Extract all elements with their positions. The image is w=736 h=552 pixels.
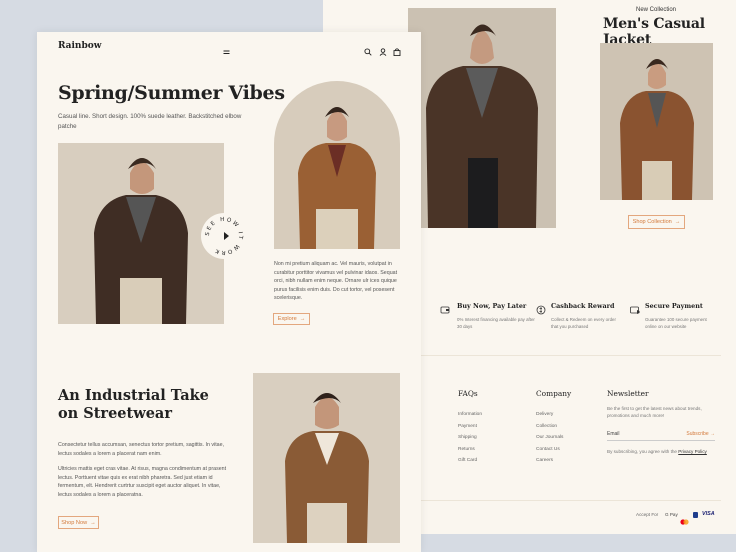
divider bbox=[421, 355, 721, 356]
collection-photo bbox=[600, 43, 713, 200]
new-collection-label: New Collection bbox=[636, 7, 677, 13]
newsletter-form: Email Subscribe → bbox=[607, 428, 715, 441]
newsletter-desc: Be the first to get the latest news abou… bbox=[607, 406, 702, 418]
visa-icon: VISA bbox=[702, 511, 715, 517]
see-how-it-works-badge[interactable]: SEE HOW IT WORK bbox=[200, 212, 248, 260]
arrow-right-icon: → bbox=[90, 519, 96, 526]
footer-link[interactable]: Contact Us bbox=[536, 444, 563, 456]
privacy-note: By subscribing, you agree with the Priva… bbox=[607, 449, 707, 454]
feature-desc: Collect & Redeem on every order that you… bbox=[551, 317, 616, 329]
paypal-icon bbox=[693, 512, 698, 518]
secure-card-icon bbox=[630, 302, 640, 320]
footer-link[interactable]: Information bbox=[458, 409, 482, 421]
logo[interactable]: Rainbow bbox=[58, 41, 102, 51]
faqs-heading: FAQs bbox=[458, 389, 478, 398]
wallet-icon bbox=[440, 302, 450, 320]
accept-for-label: Accept For bbox=[636, 512, 659, 517]
mastercard-icon bbox=[680, 512, 689, 525]
user-icon[interactable] bbox=[379, 43, 387, 61]
section2-photo bbox=[253, 373, 400, 543]
feature-secure-payment: Secure Payment Guarantee 100 secure paym… bbox=[630, 302, 713, 330]
privacy-policy-link[interactable]: Privacy Policy bbox=[678, 449, 707, 454]
shop-now-label: Shop Now bbox=[61, 519, 88, 526]
front-page: Rainbow Spring/Summer Vibes Casual line.… bbox=[37, 32, 421, 552]
feature-title: Secure Payment bbox=[645, 302, 703, 310]
footer-link[interactable]: Payment bbox=[458, 421, 482, 433]
company-heading: Company bbox=[536, 389, 572, 398]
feature-title: Cashback Reward bbox=[551, 302, 615, 310]
footer-link[interactable]: Delivery bbox=[536, 409, 563, 421]
section2-paragraph-2: Ultricies mattis eget cras vitae. At ris… bbox=[58, 466, 227, 498]
privacy-prefix: By subscribing, you agree with the bbox=[607, 449, 677, 454]
shop-collection-button[interactable]: Shop Collection → bbox=[628, 215, 685, 229]
hero-photo-dark-jacket bbox=[408, 8, 556, 228]
subscribe-button[interactable]: Subscribe → bbox=[686, 431, 715, 437]
company-links: Delivery Collection Our Journals Contact… bbox=[536, 409, 563, 467]
footer-link[interactable]: Gift Card bbox=[458, 455, 482, 467]
gpay-icon: G Pay bbox=[665, 512, 678, 517]
feature-title: Buy Now, Pay Later bbox=[457, 302, 527, 310]
shop-collection-label: Shop Collection bbox=[632, 219, 672, 225]
arrow-right-icon: → bbox=[710, 431, 715, 437]
arrow-right-icon: → bbox=[674, 219, 681, 225]
menu-icon[interactable] bbox=[223, 43, 230, 61]
search-icon[interactable] bbox=[364, 43, 372, 61]
footer-link[interactable]: Returns bbox=[458, 444, 482, 456]
subscribe-label: Subscribe bbox=[686, 431, 709, 437]
feature-buy-now: Buy Now, Pay Later 0% Interest financing… bbox=[440, 302, 537, 330]
feature-desc: 0% Interest financing available pay afte… bbox=[457, 317, 535, 329]
newsletter-heading: Newsletter bbox=[607, 389, 649, 398]
section2-paragraph-1: Consectetur tellus accumsan, senectus to… bbox=[58, 442, 225, 457]
email-input[interactable]: Email bbox=[607, 431, 620, 437]
footer-link[interactable]: Our Journals bbox=[536, 432, 563, 444]
footer-link[interactable]: Collection bbox=[536, 421, 563, 433]
hero-title: Spring/Summer Vibes bbox=[58, 82, 285, 104]
hero-subtitle: Casual line. Short design. 100% suede le… bbox=[58, 113, 242, 130]
footer-link[interactable]: Careers bbox=[536, 455, 563, 467]
cashback-icon bbox=[536, 302, 546, 320]
explore-label: Explore bbox=[277, 316, 297, 322]
feature-desc: Guarantee 100 secure payment online on o… bbox=[645, 317, 707, 329]
section2-title: An Industrial Take on Streetwear bbox=[58, 387, 209, 422]
arrow-right-icon: → bbox=[299, 316, 306, 322]
explore-button[interactable]: Explore → bbox=[273, 313, 310, 325]
faqs-links: Information Payment Shipping Returns Gif… bbox=[458, 409, 482, 467]
footer-link[interactable]: Shipping bbox=[458, 432, 482, 444]
shop-now-button[interactable]: Shop Now → bbox=[58, 516, 99, 529]
hero-paragraph: Non mi pretium aliquam ac. Vel mauris, v… bbox=[274, 261, 398, 302]
shopping-bag-icon[interactable] bbox=[393, 43, 401, 61]
divider bbox=[421, 500, 721, 501]
arched-photo bbox=[274, 81, 400, 249]
feature-cashback: Cashback Reward Collect & Redeem on ever… bbox=[536, 302, 623, 330]
